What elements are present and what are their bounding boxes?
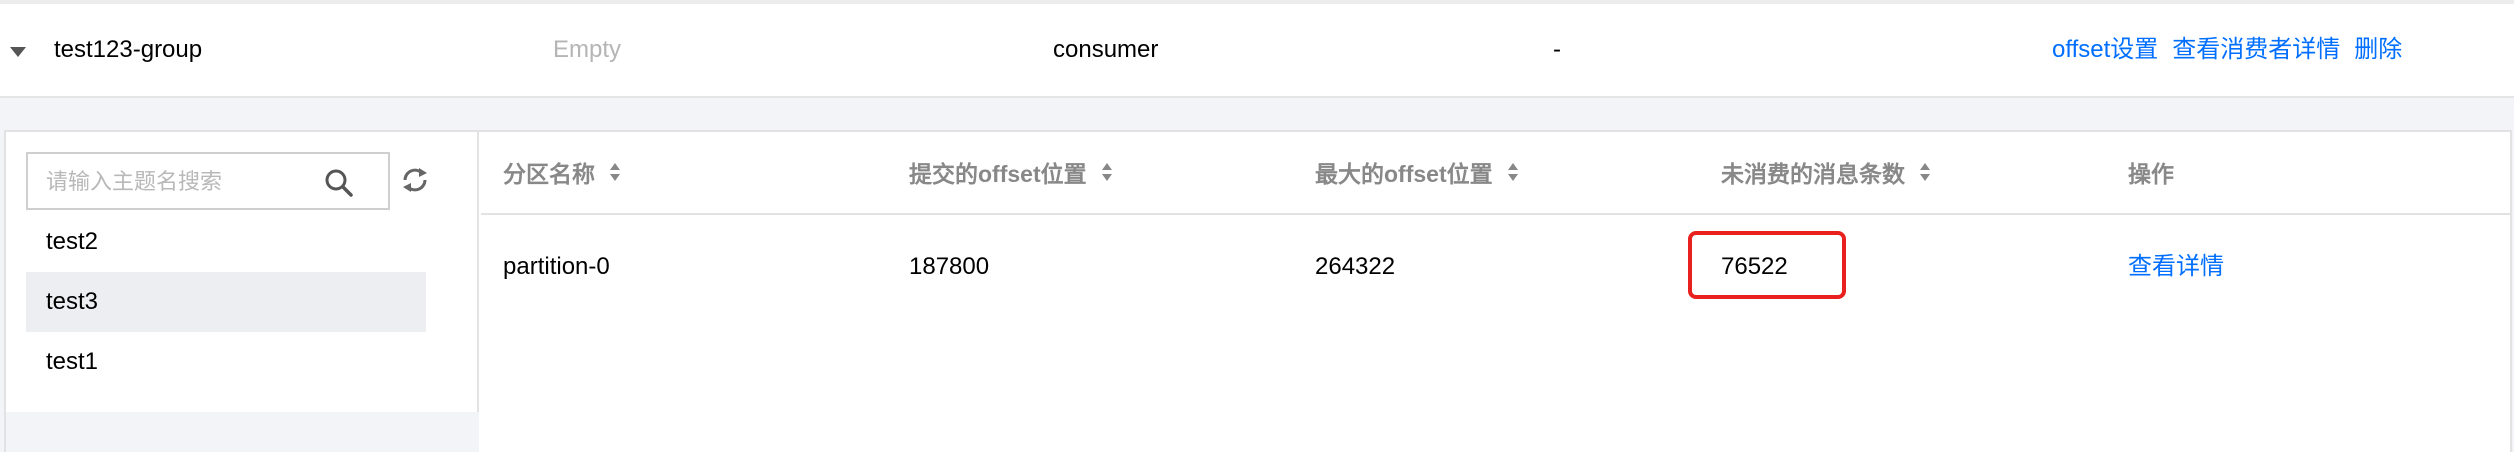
- cell-committed-offset: 187800: [909, 253, 990, 280]
- cell-partition: partition-0: [503, 253, 610, 280]
- section-gap: [0, 98, 2514, 132]
- sort-icon[interactable]: [1101, 162, 1113, 182]
- consumer-group-row: test123-group Empty consumer - offset设置查…: [0, 4, 2514, 98]
- column-label: 最大的offset位置: [1315, 161, 1493, 187]
- view-details-link[interactable]: 查看详情: [2128, 253, 2224, 280]
- sidebar-footer: [6, 412, 479, 452]
- column-label: 分区名称: [503, 161, 595, 187]
- sort-icon[interactable]: [609, 162, 621, 182]
- group-name: test123-group: [54, 36, 203, 63]
- sort-icon[interactable]: [1919, 162, 1931, 182]
- partition-table: 分区名称 提交的offset位置 最大的offset位置 未消费的消息条数 操作…: [481, 132, 2512, 452]
- sort-icon[interactable]: [1507, 162, 1519, 182]
- group-state: Empty: [553, 36, 622, 63]
- table-header: 分区名称 提交的offset位置 最大的offset位置 未消费的消息条数 操作: [481, 132, 2512, 215]
- column-header-actions: 操作: [2128, 161, 2174, 187]
- topic-item-test2[interactable]: test2: [26, 212, 426, 272]
- group-extra: -: [1553, 36, 1561, 63]
- offset-settings-link[interactable]: offset设置: [2052, 36, 2158, 63]
- detail-panel: test2 test3 test1 分区名称 提交的offset位置 最大的of…: [0, 130, 2514, 452]
- column-header-partition[interactable]: 分区名称: [503, 159, 621, 189]
- topic-search-input[interactable]: [46, 164, 306, 200]
- topic-list: test2 test3 test1: [26, 212, 426, 392]
- search-icon[interactable]: [324, 168, 354, 198]
- column-header-unconsumed[interactable]: 未消费的消息条数: [1721, 159, 1931, 189]
- refresh-icon[interactable]: [400, 165, 430, 195]
- detail-panel-inner: test2 test3 test1 分区名称 提交的offset位置 最大的of…: [4, 130, 2512, 452]
- column-label: 未消费的消息条数: [1721, 161, 1905, 187]
- collapse-toggle-icon[interactable]: [10, 47, 26, 57]
- cell-unconsumed: 76522: [1721, 253, 1788, 280]
- cell-max-offset: 264322: [1315, 253, 1396, 280]
- topic-sidebar: test2 test3 test1: [6, 132, 479, 452]
- delete-link[interactable]: 删除: [2354, 36, 2402, 63]
- consumer-details-link[interactable]: 查看消费者详情: [2172, 36, 2340, 63]
- group-protocol: consumer: [1053, 36, 1159, 63]
- table-row: partition-0 187800 264322 76522 查看详情: [481, 217, 2512, 317]
- topic-item-test1[interactable]: test1: [26, 332, 426, 392]
- column-header-max-offset[interactable]: 最大的offset位置: [1315, 159, 1519, 189]
- topic-item-test3[interactable]: test3: [26, 272, 426, 332]
- topic-search-box: [26, 152, 390, 210]
- column-label: 提交的offset位置: [909, 161, 1087, 187]
- cell-action: 查看详情: [2128, 252, 2224, 282]
- column-header-committed-offset[interactable]: 提交的offset位置: [909, 159, 1113, 189]
- group-actions: offset设置 查看消费者详情 删除: [2052, 35, 2416, 65]
